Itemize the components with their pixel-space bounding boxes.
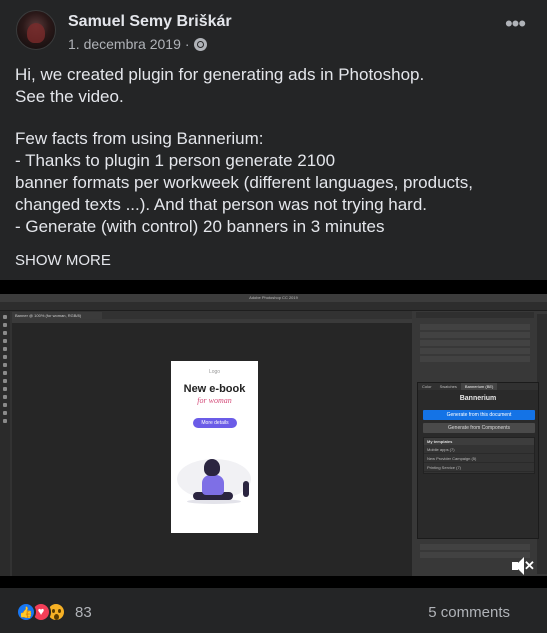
meta-separator: · (184, 36, 190, 52)
ad-banner: Logo New e-book for woman More details (171, 361, 258, 533)
generate-components-button: Generate from Components (423, 423, 535, 433)
document-tab: Banner @ 100% (for woman, RGB/8) (12, 312, 102, 319)
post-header: Samuel Semy Briškár 1. decembra 2019 · •… (16, 10, 531, 56)
type-tool-icon (3, 395, 7, 399)
speaker-cone (515, 557, 524, 575)
template-item: Printing Service (7) (424, 463, 534, 472)
layer-row (420, 544, 530, 550)
wow-mouth (54, 614, 59, 620)
layer-row (420, 324, 530, 330)
layer-row (420, 348, 530, 354)
template-item: Mobile apps (7) (424, 445, 534, 454)
generate-document-button: Generate from this document (423, 410, 535, 420)
show-more-button[interactable]: SHOW MORE (15, 252, 111, 269)
layer-row (420, 340, 530, 346)
ad-illustration-head (204, 459, 220, 476)
wow-eye (52, 609, 55, 613)
mute-mark: ✕ (524, 558, 535, 573)
ad-cta-button: More details (193, 418, 237, 428)
comments-count-link[interactable]: 5 comments (428, 604, 510, 621)
brush-tool-icon (3, 355, 7, 359)
photoshop-toolbar (0, 311, 10, 576)
photoshop-title: Adobe Photoshop CC 2019 (249, 295, 298, 300)
photoshop-titlebar: Adobe Photoshop CC 2019 (0, 294, 547, 302)
tab-color: Color (422, 384, 432, 389)
photoshop-window: Adobe Photoshop CC 2019 Banner @ 100% (f… (0, 294, 547, 576)
gradient-tool-icon (3, 379, 7, 383)
lasso-tool-icon (3, 331, 7, 335)
shape-tool-icon (3, 403, 7, 407)
mute-speaker-icon[interactable]: ✕ (510, 556, 535, 576)
eraser-tool-icon (3, 371, 7, 375)
templates-header: My templates (424, 438, 534, 445)
video-player[interactable]: Adobe Photoshop CC 2019 Banner @ 100% (f… (0, 280, 547, 588)
more-options-icon[interactable]: ••• (499, 13, 531, 38)
eyedropper-tool-icon (3, 347, 7, 351)
ad-logo: Logo (208, 369, 221, 375)
layers-panel-tabs (416, 312, 534, 318)
hand-tool-icon (3, 411, 7, 415)
wow-eye (58, 609, 61, 613)
friends-icon (193, 37, 207, 51)
layer-row (420, 356, 530, 362)
marquee-tool-icon (3, 323, 7, 327)
pen-tool-icon (3, 387, 7, 391)
post-paragraph: Hi, we created plugin for generating ads… (15, 65, 425, 106)
ad-subtitle: for woman (197, 396, 232, 405)
reactions-summary[interactable]: 👍 ♥ 83 (16, 600, 92, 624)
reaction-count[interactable]: 83 (75, 604, 92, 621)
post-date[interactable]: 1. decembra 2019 (68, 36, 181, 52)
ad-plant-icon (243, 481, 249, 497)
photoshop-options-bar (0, 302, 547, 311)
bannerium-panel: Color Swatches Bannerium (BE) Bannerium … (417, 382, 539, 539)
crop-tool-icon (3, 339, 7, 343)
layer-row (420, 332, 530, 338)
ad-illustration-body (202, 475, 224, 495)
tab-swatches: Swatches (439, 384, 457, 389)
like-reaction-icon: 👍 (16, 602, 36, 622)
author-avatar[interactable] (16, 10, 56, 50)
template-item: New Provider Campaign (5) (424, 454, 534, 463)
ad-title: New e-book (183, 383, 246, 395)
templates-list: My templates Mobile apps (7) New Provide… (423, 437, 535, 474)
zoom-tool-icon (3, 419, 7, 423)
stamp-tool-icon (3, 363, 7, 367)
tab-bannerium: Bannerium (BE) (460, 383, 498, 390)
post-paragraph: Few facts from using Bannerium: - Thanks… (15, 129, 473, 236)
bannerium-heading: Bannerium (459, 395, 497, 402)
move-tool-icon (3, 315, 7, 319)
author-name[interactable]: Samuel Semy Briškár (68, 13, 232, 31)
post-text: Hi, we created plugin for generating ads… (15, 64, 535, 238)
bannerium-tabs: Color Swatches Bannerium (BE) (418, 383, 538, 390)
post-meta: 1. decembra 2019 · (68, 36, 207, 52)
